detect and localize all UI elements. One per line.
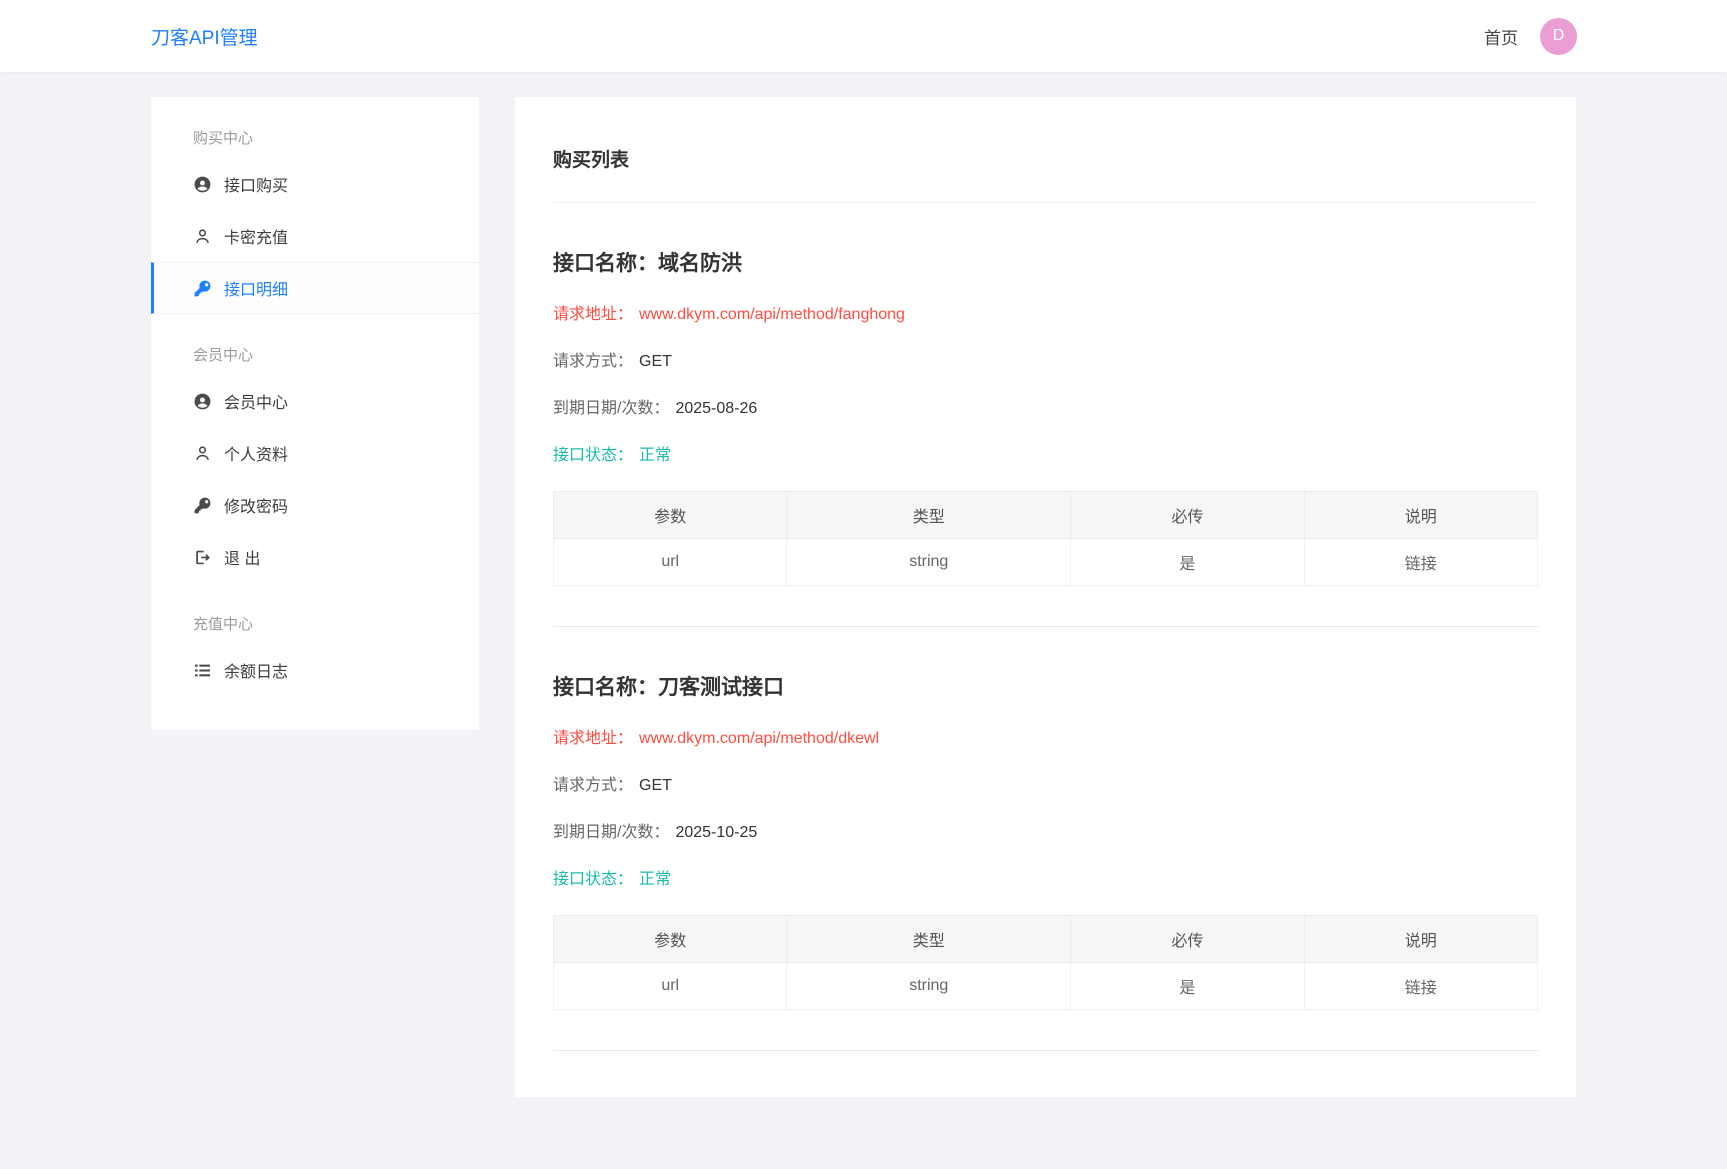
sidebar-item-label: 接口购买 xyxy=(224,178,289,195)
expire-date-line: 到期日期/次数： 2025-08-26 xyxy=(553,394,1538,418)
params-table-header: 必传 xyxy=(1070,491,1305,539)
request-url-line: 请求地址： www.dkym.com/api/method/fanghong xyxy=(553,300,1538,324)
table-row: url string 是链接 xyxy=(552,538,1539,586)
main-panel: 购买列表 接口名称：域名防洪 请求地址： www.dkym.com/api/meth… xyxy=(515,97,1576,1097)
expire-date-value: 2025-10-25 xyxy=(675,824,758,841)
app-title[interactable]: 刀客API管理 xyxy=(151,23,258,50)
params-table-header: 参数 xyxy=(552,491,788,539)
params-table-header: 说明 xyxy=(1303,491,1539,539)
request-url-label: 请求地址： xyxy=(553,730,634,747)
request-url-value: www.dkym.com/api/method/dkewl xyxy=(639,730,880,747)
user-outline-icon xyxy=(193,227,212,246)
sidebar-item-api-purchase[interactable]: 接口购买 xyxy=(151,158,479,210)
api-status-line: 接口状态： 正常 xyxy=(553,441,1538,465)
sidebar-section-title: 购买中心 xyxy=(193,130,254,147)
sidebar-section: 购买中心接口购买卡密充值接口明细 xyxy=(151,97,479,314)
key-icon xyxy=(193,279,212,298)
nav-home-link[interactable]: 首页 xyxy=(1484,24,1518,49)
api-list: 接口名称：域名防洪 请求地址： www.dkym.com/api/method/fa… xyxy=(552,247,1539,1051)
request-url-line: 请求地址： www.dkym.com/api/method/dkewl xyxy=(553,724,1538,748)
params-table: 参数 类型 必传 说明 url string 是链接 xyxy=(552,915,1539,1010)
request-method-value: GET xyxy=(639,353,672,370)
sidebar-item-card-recharge[interactable]: 卡密充值 xyxy=(151,210,479,262)
params-table-header-row: 参数 类型 必传 说明 xyxy=(552,915,1539,963)
sidebar-item-logout[interactable]: 退 出 xyxy=(151,531,479,583)
sidebar-item-api-detail[interactable]: 接口明细 xyxy=(151,262,479,314)
table-cell: url xyxy=(552,538,788,586)
params-table-header: 必传 xyxy=(1070,915,1305,963)
api-name-label: 接口名称： xyxy=(553,252,658,275)
sidebar-section-title: 充值中心 xyxy=(193,616,254,633)
user-avatar[interactable]: D xyxy=(1540,17,1577,55)
expire-date-label: 到期日期/次数： xyxy=(553,824,670,841)
params-table-header: 参数 xyxy=(552,915,788,963)
key-icon xyxy=(193,496,212,515)
api-status-line: 接口状态： 正常 xyxy=(553,865,1538,889)
sidebar-section: 充值中心余额日志 xyxy=(151,583,479,696)
table-row: url string 是链接 xyxy=(552,962,1539,1010)
page-layout: 购买中心 接口购买 卡密充值 接口明细 会员中心 会员中心 个人资料 修改密码退 出充值中心余… xyxy=(0,72,1727,1097)
api-status-label: 接口状态： xyxy=(553,871,634,888)
api-status-label: 接口状态： xyxy=(553,447,634,464)
table-cell: 是 xyxy=(1070,962,1305,1010)
params-table-header: 类型 xyxy=(786,915,1072,963)
request-method-line: 请求方式： GET xyxy=(553,347,1538,371)
api-name-value: 刀客测试接口 xyxy=(658,676,784,699)
table-cell: url xyxy=(552,962,788,1010)
params-table-header: 类型 xyxy=(786,491,1072,539)
api-section: 接口名称：刀客测试接口请求地址： www.dkym.com/api/method/… xyxy=(552,671,1539,1051)
list-icon xyxy=(193,661,212,680)
sign-out-icon xyxy=(193,548,212,567)
params-table-header-row: 参数 类型 必传 说明 xyxy=(552,491,1539,539)
sidebar-section: 会员中心 会员中心 个人资料 修改密码退 出 xyxy=(151,314,479,583)
footer-space xyxy=(0,1097,1727,1169)
table-cell: 链接 xyxy=(1303,962,1539,1010)
api-status-value: 正常 xyxy=(639,871,672,888)
expire-date-line: 到期日期/次数： 2025-10-25 xyxy=(553,818,1538,842)
table-cell: 是 xyxy=(1070,538,1305,586)
expire-date-label: 到期日期/次数： xyxy=(553,400,670,417)
request-method-label: 请求方式： xyxy=(553,777,634,794)
user-circle-icon xyxy=(193,175,212,194)
sidebar-item-member-center[interactable]: 会员中心 xyxy=(151,375,479,427)
sidebar-item-label: 接口明细 xyxy=(224,282,289,299)
api-name-value: 域名防洪 xyxy=(658,252,742,275)
sidebar-item-change-password[interactable]: 修改密码 xyxy=(151,479,479,531)
sidebar-nav: 购买中心 接口购买 卡密充值 接口明细 会员中心 会员中心 个人资料 修改密码退 出充值中心余… xyxy=(151,97,479,730)
user-circle-icon xyxy=(193,392,212,411)
sidebar-item-label: 退 出 xyxy=(224,551,261,568)
api-status-value: 正常 xyxy=(639,447,672,464)
request-url-label: 请求地址： xyxy=(553,306,634,323)
request-method-label: 请求方式： xyxy=(553,353,634,370)
api-name-heading: 接口名称：域名防洪 xyxy=(553,247,1538,277)
sidebar-item-label: 修改密码 xyxy=(224,499,289,516)
table-cell: string xyxy=(786,538,1072,586)
section-divider xyxy=(553,1050,1538,1051)
sidebar-item-balance-log[interactable]: 余额日志 xyxy=(151,644,479,696)
sidebar-item-label: 余额日志 xyxy=(224,664,289,681)
sidebar-item-label: 个人资料 xyxy=(224,447,289,464)
header-right: 首页 D xyxy=(1484,17,1577,55)
request-method-line: 请求方式： GET xyxy=(553,771,1538,795)
section-divider xyxy=(553,626,1538,627)
app-header: 刀客API管理 首页 D xyxy=(0,0,1727,72)
params-table-header: 说明 xyxy=(1303,915,1539,963)
api-section: 接口名称：域名防洪请求地址： www.dkym.com/api/method/fa… xyxy=(552,247,1539,627)
sidebar-item-profile[interactable]: 个人资料 xyxy=(151,427,479,479)
params-table: 参数 类型 必传 说明 url string 是链接 xyxy=(552,491,1539,586)
request-url-value: www.dkym.com/api/method/fanghong xyxy=(639,306,905,323)
table-cell: 链接 xyxy=(1303,538,1539,586)
api-name-label: 接口名称： xyxy=(553,676,658,699)
sidebar-section-title: 会员中心 xyxy=(193,347,254,364)
table-cell: string xyxy=(786,962,1072,1010)
request-method-value: GET xyxy=(639,777,672,794)
api-name-heading: 接口名称：刀客测试接口 xyxy=(553,671,1538,701)
sidebar-item-label: 会员中心 xyxy=(224,395,289,412)
page-title: 购买列表 xyxy=(553,129,1538,203)
expire-date-value: 2025-08-26 xyxy=(675,400,758,417)
sidebar-item-label: 卡密充值 xyxy=(224,230,289,247)
user-outline-icon xyxy=(193,444,212,463)
